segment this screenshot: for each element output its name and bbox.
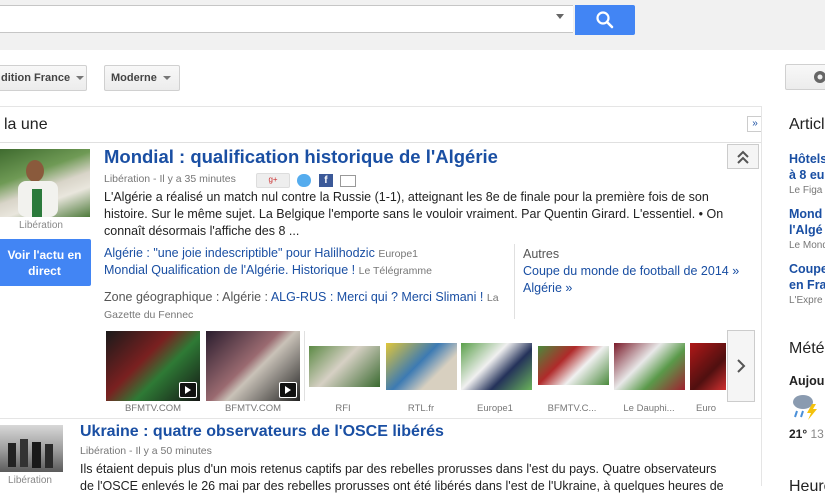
- related-source: Le Télégramme: [358, 265, 432, 277]
- right-article-link[interactable]: Mond: [789, 207, 822, 222]
- right-column-heading: Heure: [789, 478, 825, 495]
- video-thumbnail[interactable]: [106, 331, 200, 401]
- related-article[interactable]: Algérie : "une joie indescriptible" pour…: [104, 246, 418, 260]
- media-next-button[interactable]: [727, 330, 755, 402]
- image-thumbnail[interactable]: [614, 343, 685, 390]
- media-caption: Europe1: [477, 403, 513, 414]
- right-article-source: L'Expre: [789, 295, 823, 306]
- people-image: [8, 439, 53, 468]
- edition-selector[interactable]: dition France: [0, 65, 87, 91]
- story-thumbnail[interactable]: [0, 425, 63, 472]
- image-thumbnail[interactable]: [386, 343, 457, 390]
- facebook-icon[interactable]: f: [318, 174, 333, 188]
- view-label: Moderne: [111, 72, 157, 84]
- media-caption: RTL.fr: [407, 403, 435, 414]
- gear-icon: [814, 71, 825, 83]
- share-bar: g+ f: [256, 172, 359, 190]
- topic-link[interactable]: Algérie »: [523, 281, 572, 295]
- play-icon: [279, 382, 297, 398]
- geo-prefix: Zone géographique : Algérie :: [104, 290, 269, 304]
- play-icon: [179, 382, 197, 398]
- edition-label: dition France: [1, 72, 71, 84]
- rain-storm-icon: [790, 392, 820, 420]
- settings-button[interactable]: [785, 64, 825, 90]
- story-snippet: Ils étaient depuis plus d'un mois retenu…: [80, 462, 717, 476]
- geo-link[interactable]: ALG-RUS : Merci qui ? Merci Slimani !: [271, 290, 484, 304]
- collapse-button[interactable]: [727, 144, 759, 169]
- thumbnail-source: Libération: [19, 220, 63, 231]
- right-article-source: Le Figa: [789, 185, 823, 196]
- divider: [514, 244, 515, 319]
- right-article-link[interactable]: en Fra: [789, 278, 825, 293]
- divider: [304, 331, 305, 401]
- related-article[interactable]: Mondial Qualification de l'Algérie. Hist…: [104, 263, 432, 277]
- geo-related: Zone géographique : Algérie : ALG-RUS : …: [104, 289, 504, 323]
- search-button[interactable]: [575, 5, 635, 35]
- image-thumbnail[interactable]: [690, 343, 726, 390]
- media-caption: Le Dauphi...: [623, 403, 675, 414]
- right-article-link[interactable]: Hôtels: [789, 152, 825, 167]
- temp-high: 21°: [789, 427, 808, 441]
- story-snippet: L'Algérie a réalisé un match nul contre …: [104, 190, 724, 238]
- story-meta: Libération - Il y a 35 minutes: [104, 173, 236, 185]
- right-article-link[interactable]: l'Algé: [789, 223, 823, 238]
- story-meta: Libération - Il y a 50 minutes: [80, 445, 212, 457]
- right-column-heading: Articl: [789, 116, 825, 133]
- image-thumbnail[interactable]: [309, 346, 380, 387]
- media-caption: BFMTV.C...: [547, 403, 597, 414]
- google-plus-icon[interactable]: g+: [256, 173, 290, 189]
- chevron-down-icon: [162, 76, 171, 81]
- topic-link[interactable]: Coupe du monde de football de 2014 »: [523, 264, 739, 278]
- story-thumbnail[interactable]: [0, 149, 90, 217]
- twitter-icon[interactable]: [297, 174, 312, 188]
- media-caption: BFMTV.COM: [124, 403, 182, 414]
- divider: [0, 106, 825, 107]
- media-caption: Euro: [696, 403, 717, 414]
- weather-day: Aujou: [789, 374, 825, 388]
- media-caption: BFMTV.COM: [224, 403, 282, 414]
- right-article-source: Le Mond: [789, 240, 825, 251]
- story-title[interactable]: Ukraine : quatre observateurs de l'OSCE …: [80, 423, 444, 441]
- temperature: 21° 13: [789, 427, 824, 441]
- player-image: [18, 160, 58, 217]
- image-thumbnail[interactable]: [538, 346, 609, 385]
- related-link[interactable]: Algérie : "une joie indescriptible" pour…: [104, 246, 375, 260]
- related-source: Europe1: [378, 248, 419, 260]
- media-caption: RFI: [335, 403, 351, 414]
- story-title[interactable]: Mondial : qualification historique de l'…: [104, 146, 498, 168]
- view-selector[interactable]: Moderne: [104, 65, 180, 91]
- chevron-right-icon: [737, 359, 746, 373]
- divider: [0, 142, 761, 143]
- divider: [0, 418, 761, 419]
- weather-heading: Mété: [789, 340, 825, 357]
- autres-label: Autres: [523, 247, 560, 261]
- live-coverage-button[interactable]: Voir l'actu en direct: [0, 239, 91, 286]
- search-dropdown-icon[interactable]: [556, 14, 564, 19]
- story-snippet: de l'OSCE enlevés le 26 mai par des rebe…: [80, 479, 724, 493]
- related-link[interactable]: Mondial Qualification de l'Algérie. Hist…: [104, 263, 355, 277]
- image-thumbnail[interactable]: [461, 343, 532, 390]
- search-input[interactable]: [0, 5, 573, 33]
- thumbnail-source: Libération: [8, 475, 52, 486]
- temp-low: 13: [810, 427, 824, 441]
- section-title: la une: [4, 116, 48, 133]
- email-icon[interactable]: [340, 174, 357, 187]
- video-thumbnail[interactable]: [206, 331, 300, 401]
- right-article-link[interactable]: à 8 eu: [789, 168, 824, 183]
- right-article-link[interactable]: Coupe: [789, 262, 825, 277]
- search-icon: [596, 11, 614, 29]
- chevron-down-icon: [76, 76, 85, 81]
- double-chevron-up-icon: [737, 150, 749, 164]
